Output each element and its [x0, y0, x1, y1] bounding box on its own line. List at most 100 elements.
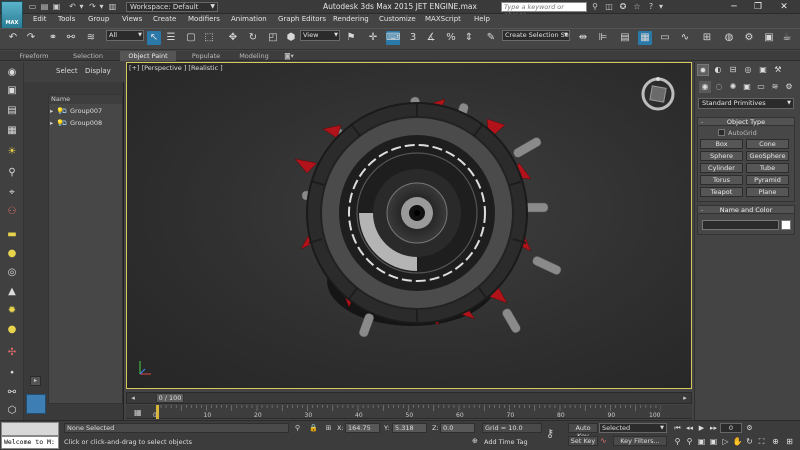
- object-type-rollout-header[interactable]: - Object Type: [697, 117, 795, 126]
- create-tab-icon[interactable]: ✹: [697, 64, 709, 76]
- teapot-button[interactable]: Teapot: [700, 187, 743, 197]
- selection-filter-dropdown[interactable]: All ▼: [106, 30, 144, 41]
- explorer-name-column-header[interactable]: Name: [49, 95, 122, 104]
- angle-snap-icon[interactable]: ∡: [424, 31, 438, 45]
- add-time-tag-button[interactable]: Add Time Tag: [484, 438, 528, 446]
- space-warps-sub-icon[interactable]: ≋: [769, 81, 781, 93]
- place-icon[interactable]: ⬢: [284, 31, 298, 45]
- isolate-selection-icon[interactable]: ⚲: [293, 424, 302, 433]
- time-slider-handle[interactable]: 0 / 100: [156, 393, 184, 403]
- time-slider-track[interactable]: [126, 392, 692, 404]
- sphere-filter-icon[interactable]: ●: [4, 247, 20, 261]
- edit-named-selection-icon[interactable]: ✎: [484, 31, 498, 45]
- menu-rendering[interactable]: Rendering: [333, 15, 369, 23]
- keyboard-shortcut-override-icon[interactable]: ⌨: [386, 31, 400, 45]
- list-item[interactable]: ▸ 💡⧉ Group007: [50, 106, 122, 117]
- menu-modifiers[interactable]: Modifiers: [188, 15, 220, 23]
- shapes-icon[interactable]: ◌: [713, 81, 725, 93]
- box-button[interactable]: Box: [700, 139, 743, 149]
- zoom-all-icon[interactable]: ⚲: [684, 436, 695, 448]
- selection-lock-icon[interactable]: 🔒: [309, 424, 318, 433]
- window-crossing-icon[interactable]: ⬚: [202, 31, 216, 45]
- explorer-tab-select[interactable]: Select: [56, 67, 78, 75]
- viewcube[interactable]: [640, 76, 676, 112]
- move-icon[interactable]: ✥: [226, 31, 240, 45]
- menu-edit[interactable]: Edit: [33, 15, 47, 23]
- plane-button[interactable]: Plane: [746, 187, 789, 197]
- xref-filter-icon[interactable]: ⚯: [4, 386, 20, 400]
- menu-group[interactable]: Group: [88, 15, 109, 23]
- geometry-icon[interactable]: ◉: [699, 81, 711, 93]
- reference-coordinate-dropdown[interactable]: View ▼: [300, 30, 340, 41]
- viewport-label[interactable]: [+] [Perspective ] [Realistic ]: [129, 64, 223, 72]
- object-list-icon[interactable]: ▦: [4, 124, 20, 138]
- menu-views[interactable]: Views: [122, 15, 142, 23]
- track-bar-menu-icon[interactable]: ▦: [134, 408, 144, 418]
- cone-button[interactable]: Cone: [746, 139, 789, 149]
- tube-button[interactable]: Tube: [746, 163, 789, 173]
- list-item[interactable]: ▸ 💡⧉ Group008: [50, 118, 122, 129]
- ribbon-options-icon[interactable]: ◙▾: [282, 51, 296, 61]
- ribbon-tab-modeling[interactable]: Modeling: [232, 51, 276, 61]
- orbit-icon[interactable]: ↻: [744, 436, 755, 448]
- set-key-button[interactable]: Set Key: [568, 436, 598, 446]
- selection-region-icon[interactable]: ▢: [184, 31, 198, 45]
- cone-filter-icon[interactable]: ▲: [4, 285, 20, 299]
- display-tab-icon[interactable]: ▣: [757, 64, 769, 76]
- helpers-icon[interactable]: ⌖: [4, 186, 20, 200]
- ribbon-tab-populate[interactable]: Populate: [184, 51, 228, 61]
- sun-filter-icon[interactable]: ✹: [4, 304, 20, 318]
- menu-maxscript[interactable]: MAXScript: [425, 15, 461, 23]
- explorer-selector-icon[interactable]: [26, 394, 46, 414]
- redo-tool-icon[interactable]: ↷: [24, 31, 38, 45]
- undo-tool-icon[interactable]: ↶: [6, 31, 20, 45]
- unlink-icon[interactable]: ⚯: [64, 31, 78, 45]
- particle-filter-icon[interactable]: ✣: [4, 346, 20, 360]
- menu-create[interactable]: Create: [153, 15, 176, 23]
- light-icon[interactable]: ☀: [4, 145, 20, 159]
- pyramid-button[interactable]: Pyramid: [746, 175, 789, 185]
- x-coordinate-field[interactable]: 164.75: [345, 423, 380, 433]
- explorer-object-list[interactable]: [48, 94, 123, 404]
- render-production-icon[interactable]: ☕: [780, 31, 794, 45]
- render-setup-icon[interactable]: ⚙: [742, 31, 756, 45]
- field-of-view-icon[interactable]: ▷: [720, 436, 731, 448]
- communication-center-icon[interactable]: ✪: [618, 1, 628, 12]
- pan-view-icon[interactable]: ✋: [732, 436, 743, 448]
- y-coordinate-field[interactable]: 5.318: [392, 423, 427, 433]
- ribbon-tab-freeform[interactable]: Freeform: [12, 51, 56, 61]
- perspective-viewport[interactable]: [126, 62, 692, 389]
- camera-icon[interactable]: ⚲: [4, 166, 20, 180]
- rendered-frame-window-icon[interactable]: ▣: [762, 31, 776, 45]
- time-slider-next-icon[interactable]: ▸: [680, 393, 690, 403]
- eye-icon[interactable]: ◉: [4, 66, 20, 80]
- name-and-color-rollout-header[interactable]: - Name and Color: [697, 205, 795, 214]
- absolute-mode-icon[interactable]: ⊞: [324, 424, 333, 433]
- toggle-layer-explorer-icon[interactable]: ▦: [638, 31, 652, 45]
- percent-snap-icon[interactable]: %: [444, 31, 458, 45]
- search-icon[interactable]: ⚲: [590, 1, 600, 12]
- previous-frame-icon[interactable]: ◂◂: [684, 423, 695, 433]
- torus-button[interactable]: Torus: [700, 175, 743, 185]
- maxscript-listener-top[interactable]: [1, 422, 59, 436]
- maxscript-listener-input[interactable]: Welcome to M:: [1, 436, 59, 449]
- search-input[interactable]: Type a keyword or phrase: [501, 2, 587, 19]
- zoom-extents-icon[interactable]: ▣: [696, 436, 707, 448]
- time-slider-prev-icon[interactable]: ◂: [128, 393, 138, 403]
- box-filter-icon[interactable]: ▬: [4, 228, 20, 242]
- subscription-icon[interactable]: ◫: [604, 1, 614, 12]
- z-coordinate-field[interactable]: 0.0: [440, 423, 475, 433]
- material-editor-icon[interactable]: ◍: [722, 31, 736, 45]
- menu-customize[interactable]: Customize: [379, 15, 416, 23]
- autogrid-checkbox[interactable]: [718, 129, 725, 136]
- geosphere-button[interactable]: GeoSphere: [746, 151, 789, 161]
- cylinder-button[interactable]: Cylinder: [700, 163, 743, 173]
- time-configuration-icon[interactable]: ⚙: [744, 423, 755, 433]
- motion-tab-icon[interactable]: ◎: [742, 64, 754, 76]
- object-category-dropdown[interactable]: Standard Primitives ▼: [698, 98, 794, 109]
- space-warps-icon[interactable]: ⚇: [4, 205, 20, 219]
- maximize-button[interactable]: ❐: [746, 0, 770, 14]
- go-to-start-icon[interactable]: ⏮: [672, 423, 683, 433]
- bind-space-warp-icon[interactable]: ≋: [84, 31, 98, 45]
- layers-icon[interactable]: ▤: [4, 104, 20, 118]
